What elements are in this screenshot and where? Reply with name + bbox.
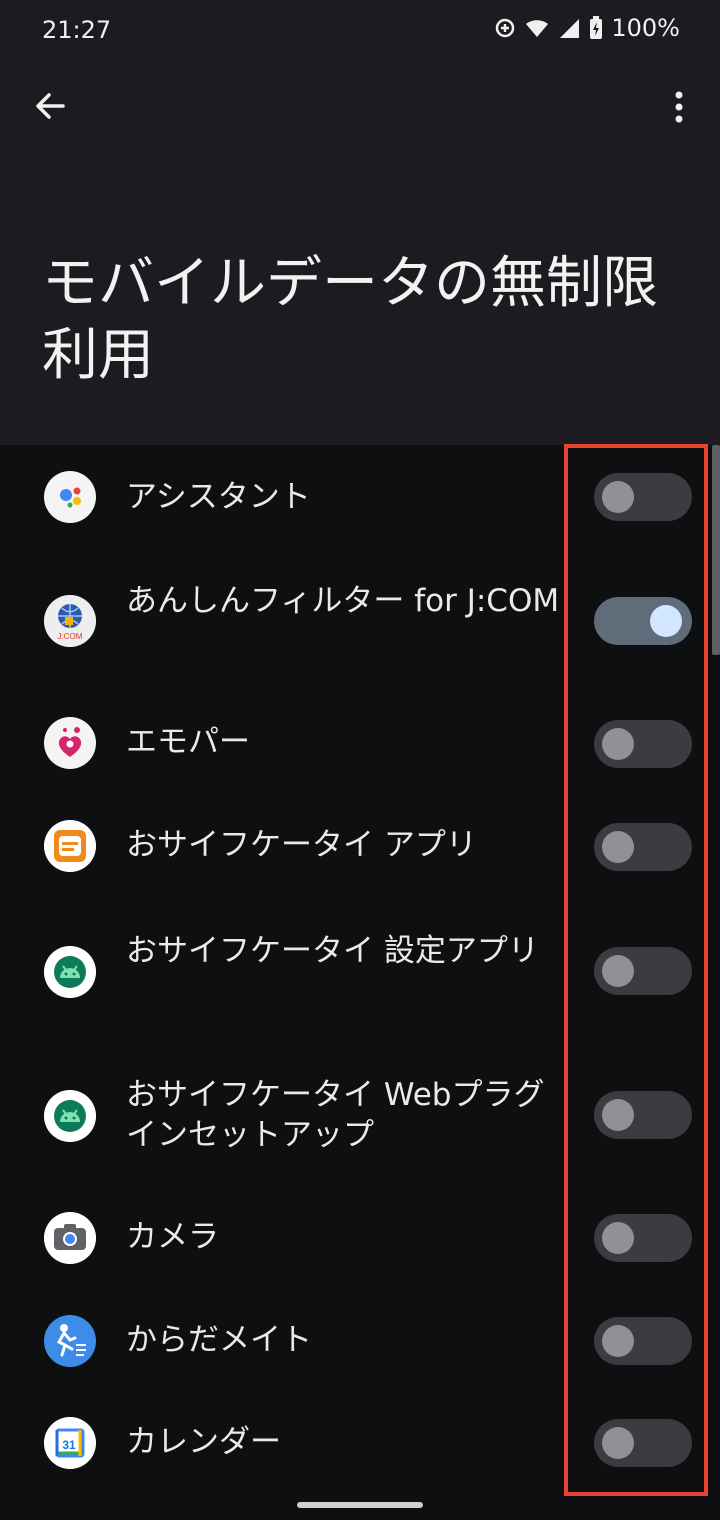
more-options-icon[interactable] (664, 86, 694, 126)
calendar-icon: 31 (44, 1417, 96, 1469)
toggle-switch[interactable] (594, 473, 692, 521)
list-item-karada-mate[interactable]: からだメイト (0, 1290, 720, 1393)
back-arrow-icon[interactable] (30, 86, 70, 126)
list-item-emopa[interactable]: エモパー (0, 693, 720, 796)
camera-icon (44, 1212, 96, 1264)
karada-mate-icon (44, 1315, 96, 1367)
list-item-label: エモパー (126, 724, 250, 760)
list-item-assistant[interactable]: アシスタント (0, 445, 720, 549)
toggle-switch[interactable] (594, 823, 692, 871)
toggle-switch[interactable] (594, 1317, 692, 1365)
osaifu-keitai-icon (44, 820, 96, 872)
list-item-label: おサイフケータイ 設定アプリ (126, 933, 539, 969)
toggle-switch[interactable] (594, 1091, 692, 1139)
list-item-anshin-filter[interactable]: J:COM あんしんフィルター for J:COM (0, 549, 720, 693)
toggle-switch[interactable] (594, 1419, 692, 1467)
scrollbar[interactable] (712, 445, 720, 655)
signal-icon (560, 19, 580, 38)
app-bar: 21:27 100% モバイルデータの無制限利用 (0, 0, 720, 445)
battery-charging-icon (590, 16, 603, 39)
svg-text:J:COM: J:COM (58, 632, 83, 641)
toggle-switch[interactable] (594, 720, 692, 768)
list-item-calendar[interactable]: 31 カレンダー (0, 1393, 720, 1496)
list-item-osaifu-web-plugin[interactable]: おサイフケータイ Webプラグインセットアップ (0, 1043, 720, 1187)
list-item-label: アシスタント (126, 479, 311, 515)
list-item-label: おサイフケータイ アプリ (126, 827, 477, 863)
android-icon (44, 946, 96, 998)
anshin-filter-icon: J:COM (44, 595, 96, 647)
toggle-switch[interactable] (594, 597, 692, 645)
toggle-switch[interactable] (594, 947, 692, 995)
list-item-label: カレンダー (126, 1424, 281, 1460)
list-item-osaifu-settings[interactable]: おサイフケータイ 設定アプリ (0, 899, 720, 1043)
status-time: 21:27 (42, 16, 112, 44)
app-list: アシスタント J:COM あんしんフィルター for J:COM エモパー おサ… (0, 445, 720, 1485)
toggle-switch[interactable] (594, 1214, 692, 1262)
gesture-nav-handle[interactable] (297, 1502, 423, 1508)
wifi-icon (526, 20, 549, 37)
svg-text:31: 31 (62, 1438, 76, 1452)
list-item-camera[interactable]: カメラ (0, 1187, 720, 1290)
list-item-osaifu-app[interactable]: おサイフケータイ アプリ (0, 796, 720, 899)
android-icon (44, 1090, 96, 1142)
page-title: モバイルデータの無制限利用 (42, 251, 658, 388)
list-item-label: おサイフケータイ Webプラグインセットアップ (126, 1077, 545, 1153)
list-item-label: からだメイト (126, 1322, 312, 1358)
list-item-label: あんしんフィルター for J:COM (126, 583, 560, 619)
battery-level: 100% (611, 14, 680, 42)
emopa-icon (44, 717, 96, 769)
status-icons: 100% (493, 14, 680, 42)
status-bar: 21:27 100% (0, 0, 720, 60)
data-saver-icon (496, 18, 515, 38)
list-item-label: カメラ (126, 1219, 219, 1255)
google-assistant-icon (44, 471, 96, 523)
